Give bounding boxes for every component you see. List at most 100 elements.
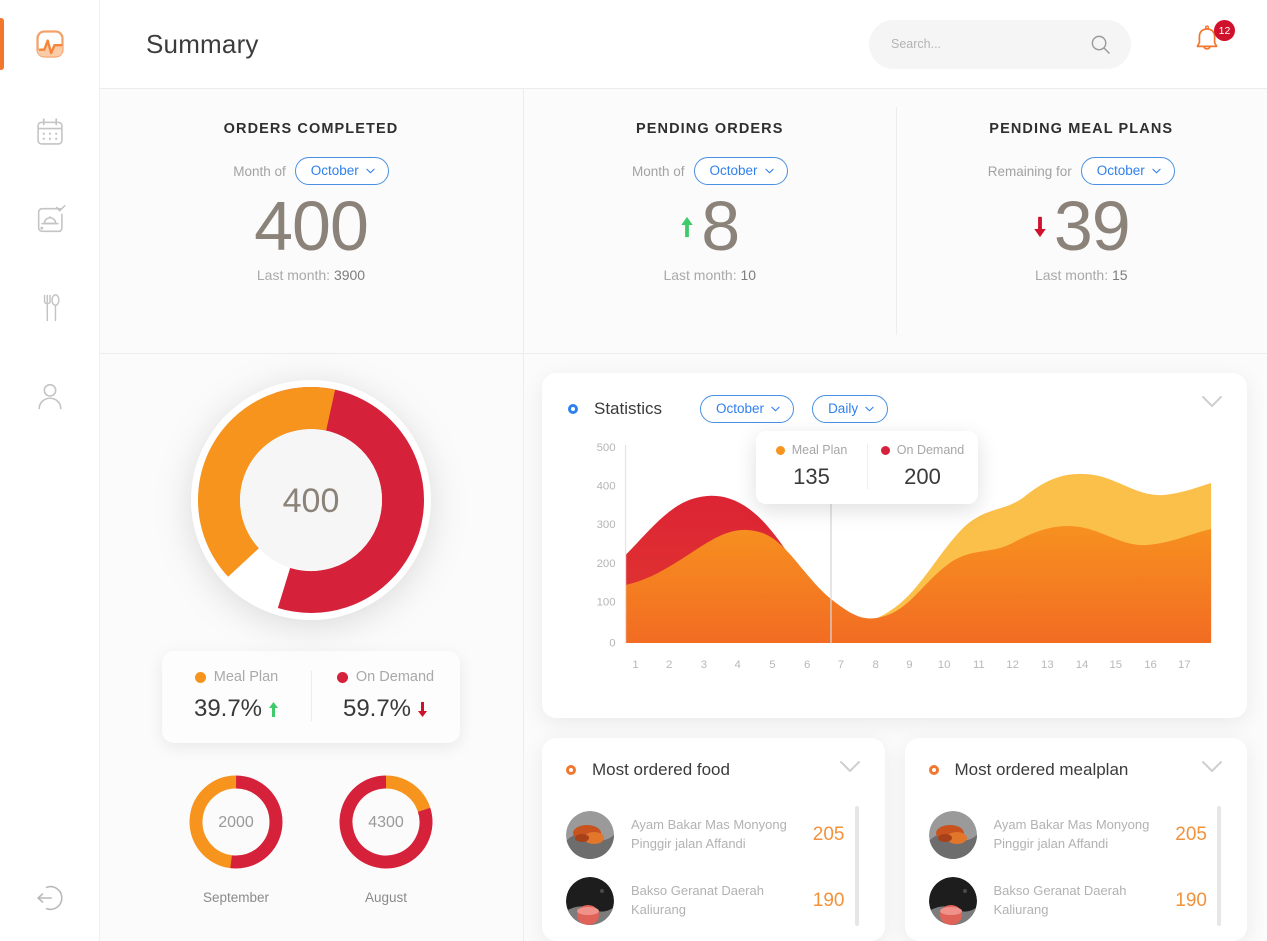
collapse-chevron-icon[interactable] (1201, 760, 1223, 773)
y-tick-400: 400 (597, 481, 616, 493)
x-tick: 11 (973, 659, 985, 671)
list-scrollbar[interactable] (854, 806, 859, 926)
tooltip-on-demand: On Demand 200 (867, 443, 978, 490)
mini-donut-chart: 4300 (339, 775, 433, 869)
search-box[interactable] (869, 19, 1131, 69)
list-item[interactable]: Bakso Geranat Daerah Kaliurang 190 (928, 868, 1230, 934)
legend-name: On Demand (355, 669, 435, 685)
main-area: Summary 12 (99, 0, 1267, 941)
kpi-value-row: 400 (254, 187, 369, 265)
statistics-header: Statistics October Daily (568, 395, 1223, 423)
food-thumbnail (566, 811, 614, 859)
month-selector[interactable]: October (294, 157, 389, 185)
kpi-title: PENDING MEAL PLANS (989, 121, 1174, 137)
x-tick: 16 (1144, 659, 1157, 671)
bullet-ring-icon (928, 765, 939, 775)
kpi-sub-label: Month of (233, 163, 286, 179)
right-column: PENDING ORDERS Month of October 8 Last m… (524, 89, 1267, 941)
kpi-pending-orders: PENDING ORDERS Month of October 8 Last m… (524, 89, 896, 353)
legend-on-demand: On Demand 59.7% (311, 669, 460, 723)
statistics-granularity-value: Daily (828, 401, 859, 416)
y-tick-100: 100 (597, 597, 616, 609)
list-item-name: Ayam Bakar Mas Monyong (993, 817, 1150, 833)
collapse-chevron-icon[interactable] (1201, 395, 1223, 408)
legend-top: Meal Plan (194, 669, 278, 685)
meal-plan-dot-icon (194, 671, 206, 683)
sidebar-item-calendar[interactable] (0, 88, 99, 176)
chevron-down-icon (1152, 168, 1161, 173)
x-tick: 17 (1178, 659, 1191, 671)
tooltip-top: On Demand (880, 443, 964, 457)
legend-value-row: 59.7% (343, 695, 428, 723)
tooltip-series-value: 200 (904, 464, 941, 489)
food-thumbnail (928, 811, 977, 859)
x-tick: 5 (769, 659, 775, 671)
sidebar-item-account[interactable] (0, 352, 99, 440)
kpi-last-value: 3900 (333, 266, 366, 283)
chevron-down-icon (764, 168, 774, 173)
list-item-text: Bakso Geranat Daerah Kaliurang (631, 882, 796, 920)
kpi-value: 8 (701, 187, 740, 265)
month-selector[interactable]: October (693, 157, 788, 185)
mini-donut-label: August (364, 890, 408, 905)
bullet-ring-icon (566, 765, 576, 775)
legend-top: On Demand (336, 669, 435, 685)
list-rows: Ayam Bakar Mas Monyong Pinggir jalan Aff… (928, 802, 1230, 934)
kpi-strip: PENDING ORDERS Month of October 8 Last m… (524, 89, 1267, 354)
kpi-last-label: Last month: (256, 266, 331, 283)
kpi-value-row: 8 (680, 187, 740, 265)
search-icon[interactable] (1090, 34, 1111, 55)
trend-up-icon (269, 701, 279, 717)
sidebar-item-meal-plans[interactable] (0, 176, 99, 264)
mini-donut-september: 2000 September (185, 771, 287, 905)
orders-donut-chart: 400 (191, 380, 431, 620)
list-item[interactable]: Bakso Geranat Daerah Kaliurang 190 (566, 868, 867, 934)
search-input[interactable] (891, 37, 1082, 51)
statistics-month-value: October (716, 401, 765, 416)
sidebar-item-logout[interactable] (0, 855, 99, 941)
mini-donut-august: 4300 August (335, 771, 437, 905)
notifications-button[interactable]: 12 (1191, 20, 1235, 64)
kpi-title: ORDERS COMPLETED (223, 121, 399, 137)
kpi-last-month: Last month: 10 (663, 267, 756, 283)
mini-donut-label: September (202, 890, 270, 905)
sidebar (0, 0, 99, 941)
kpi-pending-meal-plans: PENDING MEAL PLANS Remaining for October (895, 89, 1267, 353)
list-item-detail: Pinggir jalan Affandi (993, 836, 1109, 851)
trend-down-icon (1034, 216, 1046, 237)
x-tick: 3 (701, 659, 707, 671)
list-scrollbar[interactable] (1217, 806, 1221, 926)
x-tick: 15 (1109, 659, 1122, 671)
donut-center-value: 400 (283, 482, 340, 520)
list-item[interactable]: Ayam Bakar Mas Monyong Pinggir jalan Aff… (566, 802, 867, 868)
statistics-granularity-selector[interactable]: Daily (812, 395, 889, 423)
kpi-orders-completed: ORDERS COMPLETED Month of October 400 La… (99, 89, 523, 354)
tooltip-meal-plan: Meal Plan 135 (756, 443, 867, 490)
bottom-cards-row: Most ordered food Ayam Bakar Mas Monyong… (542, 738, 1247, 941)
user-icon (37, 383, 62, 410)
month-selector[interactable]: October (1080, 157, 1175, 185)
collapse-chevron-icon[interactable] (839, 760, 861, 773)
orders-donut-wrap: 400 (99, 376, 523, 624)
sidebar-item-menu[interactable] (0, 264, 99, 352)
on-demand-dot-icon (880, 445, 890, 455)
sidebar-item-analytics[interactable] (0, 0, 99, 88)
dashboard-root: Summary 12 (0, 0, 1267, 941)
x-tick: 14 (1076, 659, 1089, 671)
tooltip-top: Meal Plan (775, 443, 847, 457)
x-tick: 12 (1006, 659, 1019, 671)
kpi-value: 400 (254, 187, 369, 265)
x-tick: 1 (632, 659, 638, 671)
chevron-down-icon (865, 406, 874, 411)
on-demand-dot-icon (336, 671, 348, 683)
x-tick: 6 (804, 659, 810, 671)
legend-meal-plan: Meal Plan 39.7% (162, 669, 311, 723)
kpi-value: 39 (1053, 187, 1131, 265)
chart-tooltip: Meal Plan 135 On Demand 200 (756, 431, 978, 504)
list-item[interactable]: Ayam Bakar Mas Monyong Pinggir jalan Aff… (928, 802, 1230, 868)
left-column: ORDERS COMPLETED Month of October 400 La… (99, 89, 524, 941)
calendar-icon (36, 118, 63, 145)
kpi-last-value: 15 (1111, 266, 1128, 283)
most-ordered-mealplan-card: Most ordered mealplan Ayam Bakar Mas Mon… (904, 738, 1247, 941)
statistics-month-selector[interactable]: October (700, 395, 795, 423)
